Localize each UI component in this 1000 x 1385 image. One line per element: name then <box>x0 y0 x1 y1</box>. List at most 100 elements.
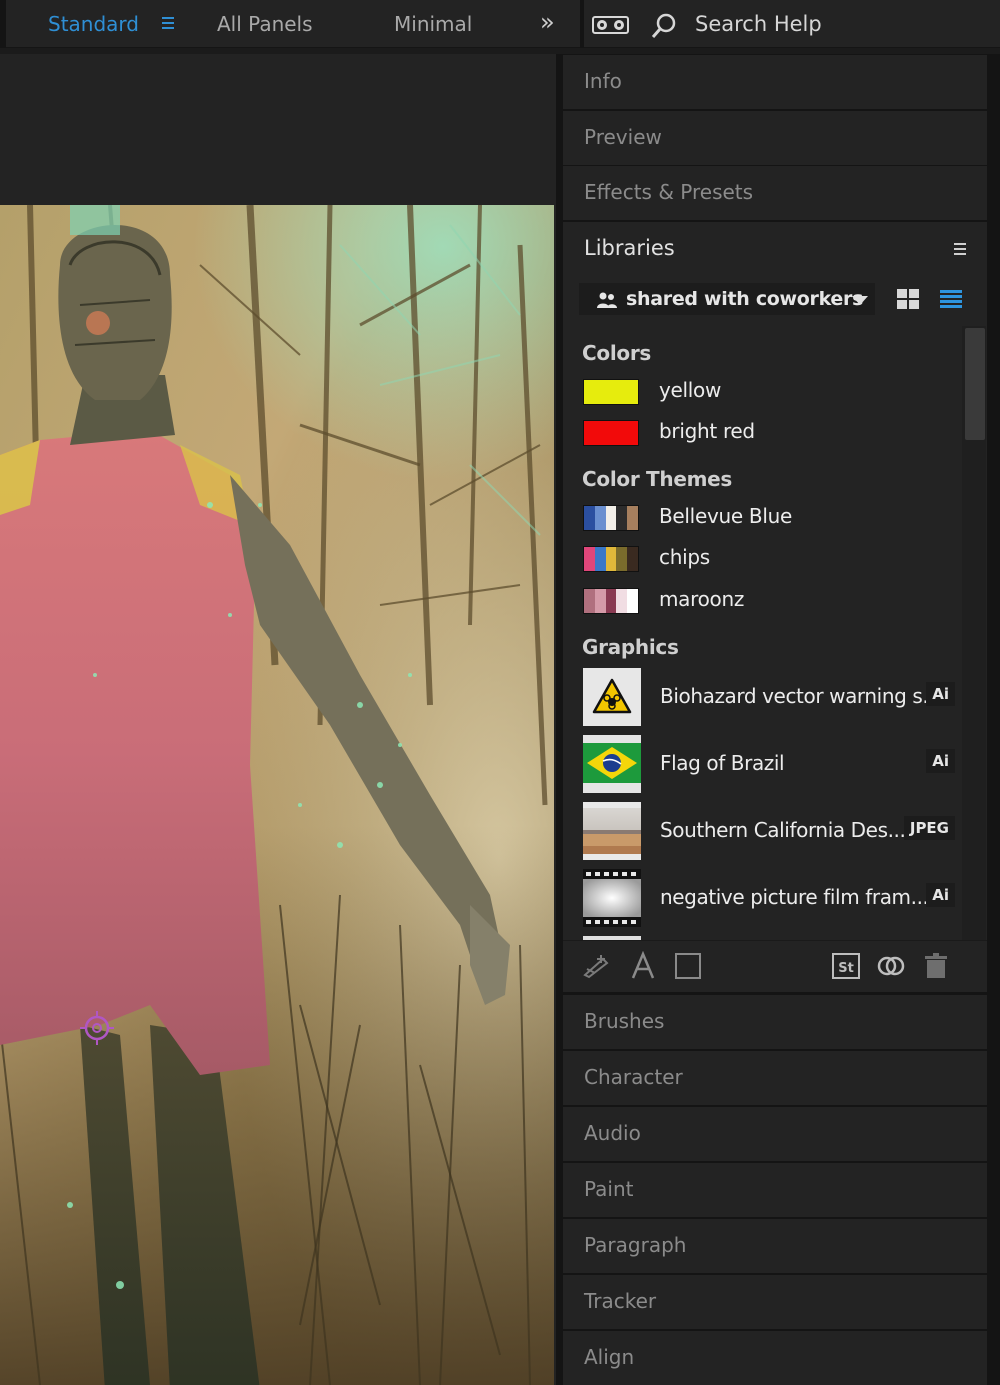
scrollbar-thumb[interactable] <box>965 328 985 440</box>
search-help[interactable]: Search Help <box>650 8 990 40</box>
panel-tracker-label: Tracker <box>584 1289 657 1313</box>
theme-color-chip <box>616 547 628 571</box>
composition-panel <box>0 54 556 1385</box>
libraries-title[interactable]: Libraries <box>584 236 675 260</box>
section-graphics: Graphics <box>582 635 679 659</box>
footage-frame <box>0 205 554 1385</box>
panel-preview[interactable]: Preview <box>563 111 987 165</box>
graphic-name: Biohazard vector warning s... <box>660 684 941 708</box>
workspace-menu-icon[interactable] <box>160 14 178 34</box>
panel-tracker[interactable]: Tracker <box>563 1275 987 1329</box>
panel-paint[interactable]: Paint <box>563 1163 987 1217</box>
color-theme-item[interactable]: maroonz <box>583 587 953 614</box>
panel-paint-label: Paint <box>584 1177 634 1201</box>
panel-preview-label: Preview <box>584 125 662 149</box>
biohazard-thumbnail <box>583 668 641 726</box>
app-window: Standard All Panels Minimal » Search Hel… <box>0 0 1000 1385</box>
workspace-minimal[interactable]: Minimal <box>394 12 472 36</box>
add-fill-color-icon[interactable] <box>673 951 703 981</box>
libraries-panel: Libraries shared with coworkers Colors y… <box>563 222 987 992</box>
panel-audio[interactable]: Audio <box>563 1107 987 1161</box>
panel-effects-presets[interactable]: Effects & Presets <box>563 166 987 220</box>
workspace-all-panels[interactable]: All Panels <box>217 12 313 36</box>
panel-brushes[interactable]: Brushes <box>563 995 987 1049</box>
graphic-name: Southern California Des... <box>660 818 906 842</box>
color-name: yellow <box>659 378 722 402</box>
panel-character[interactable]: Character <box>563 1051 987 1105</box>
graphic-name: negative picture film fram... <box>660 885 929 909</box>
color-theme-name: maroonz <box>659 587 745 611</box>
color-swatch <box>583 420 639 446</box>
color-theme-item[interactable]: Bellevue Blue <box>583 504 953 531</box>
stock-icon[interactable]: St <box>831 951 861 981</box>
color-theme-name: chips <box>659 545 710 569</box>
graphic-item[interactable]: Biohazard vector warning s... Ai <box>583 668 955 726</box>
theme-color-chip <box>605 506 617 530</box>
add-graphic-icon[interactable] <box>581 951 611 981</box>
library-selector[interactable]: shared with coworkers <box>579 283 875 315</box>
theme-color-chip <box>627 589 638 613</box>
color-name: bright red <box>659 419 755 443</box>
theme-color-chip <box>594 589 606 613</box>
svg-text:St: St <box>838 961 854 976</box>
theme-color-chip <box>584 506 595 530</box>
file-type-badge: JPEG <box>903 816 955 840</box>
creative-cloud-icon[interactable] <box>876 951 906 981</box>
theme-color-chip <box>605 547 617 571</box>
panel-info-label: Info <box>584 69 622 93</box>
trash-icon[interactable] <box>921 951 951 981</box>
panel-menu-icon[interactable] <box>954 243 968 257</box>
chevron-down-icon <box>852 296 868 305</box>
color-swatch <box>583 379 639 405</box>
color-theme-swatch <box>583 505 639 531</box>
panel-paragraph-label: Paragraph <box>584 1233 687 1257</box>
workspace-standard[interactable]: Standard <box>48 12 139 36</box>
theme-color-chip <box>627 547 638 571</box>
shared-people-icon <box>597 292 617 308</box>
color-item[interactable]: bright red <box>583 419 953 446</box>
search-help-label: Search Help <box>695 12 822 36</box>
chevron-double-right-icon[interactable]: » <box>540 8 555 36</box>
grid-view-icon[interactable] <box>897 289 919 309</box>
bar-edge <box>0 0 6 48</box>
add-character-style-icon[interactable] <box>628 951 658 981</box>
graphic-item[interactable]: negative picture film fram... Ai <box>583 869 955 927</box>
panel-audio-label: Audio <box>584 1121 641 1145</box>
panel-effects-presets-label: Effects & Presets <box>584 180 754 204</box>
graphic-item[interactable]: Southern California Des... JPEG <box>583 802 955 860</box>
theme-color-chip <box>605 589 617 613</box>
color-theme-item[interactable]: chips <box>583 545 953 572</box>
panel-info[interactable]: Info <box>563 55 987 109</box>
graphic-item[interactable]: Flag of Brazil Ai <box>583 735 955 793</box>
theme-color-chip <box>616 589 628 613</box>
composition-header <box>0 54 556 150</box>
theme-color-chip <box>627 506 638 530</box>
color-theme-swatch <box>583 588 639 614</box>
section-color-themes: Color Themes <box>582 467 732 491</box>
composition-viewer[interactable] <box>0 205 554 1385</box>
theme-color-chip <box>594 547 606 571</box>
color-item[interactable]: yellow <box>583 378 953 405</box>
theme-color-chip <box>616 506 628 530</box>
libraries-footer: St <box>563 940 987 992</box>
right-panel-stack: Info Preview Effects & Presets Libraries… <box>562 54 1000 1385</box>
list-view-icon[interactable] <box>940 290 962 310</box>
panel-align-label: Align <box>584 1345 635 1369</box>
section-colors: Colors <box>582 341 651 365</box>
file-type-badge: Ai <box>926 883 955 907</box>
color-theme-name: Bellevue Blue <box>659 504 792 528</box>
panel-brushes-label: Brushes <box>584 1009 665 1033</box>
library-content: Colors yellow bright red Color Themes Be… <box>563 326 987 940</box>
gpu-acceleration-icon[interactable] <box>592 14 629 36</box>
panel-character-label: Character <box>584 1065 683 1089</box>
theme-color-chip <box>594 506 606 530</box>
file-type-badge: Ai <box>926 682 955 706</box>
panel-align[interactable]: Align <box>563 1331 987 1385</box>
workspace-bar: Standard All Panels Minimal » Search Hel… <box>0 0 1000 48</box>
flag-of-brazil-thumbnail <box>583 735 641 793</box>
theme-color-chip <box>584 589 595 613</box>
theme-color-chip <box>584 547 595 571</box>
desert-photo-thumbnail <box>583 802 641 860</box>
color-theme-swatch <box>583 546 639 572</box>
panel-paragraph[interactable]: Paragraph <box>563 1219 987 1273</box>
